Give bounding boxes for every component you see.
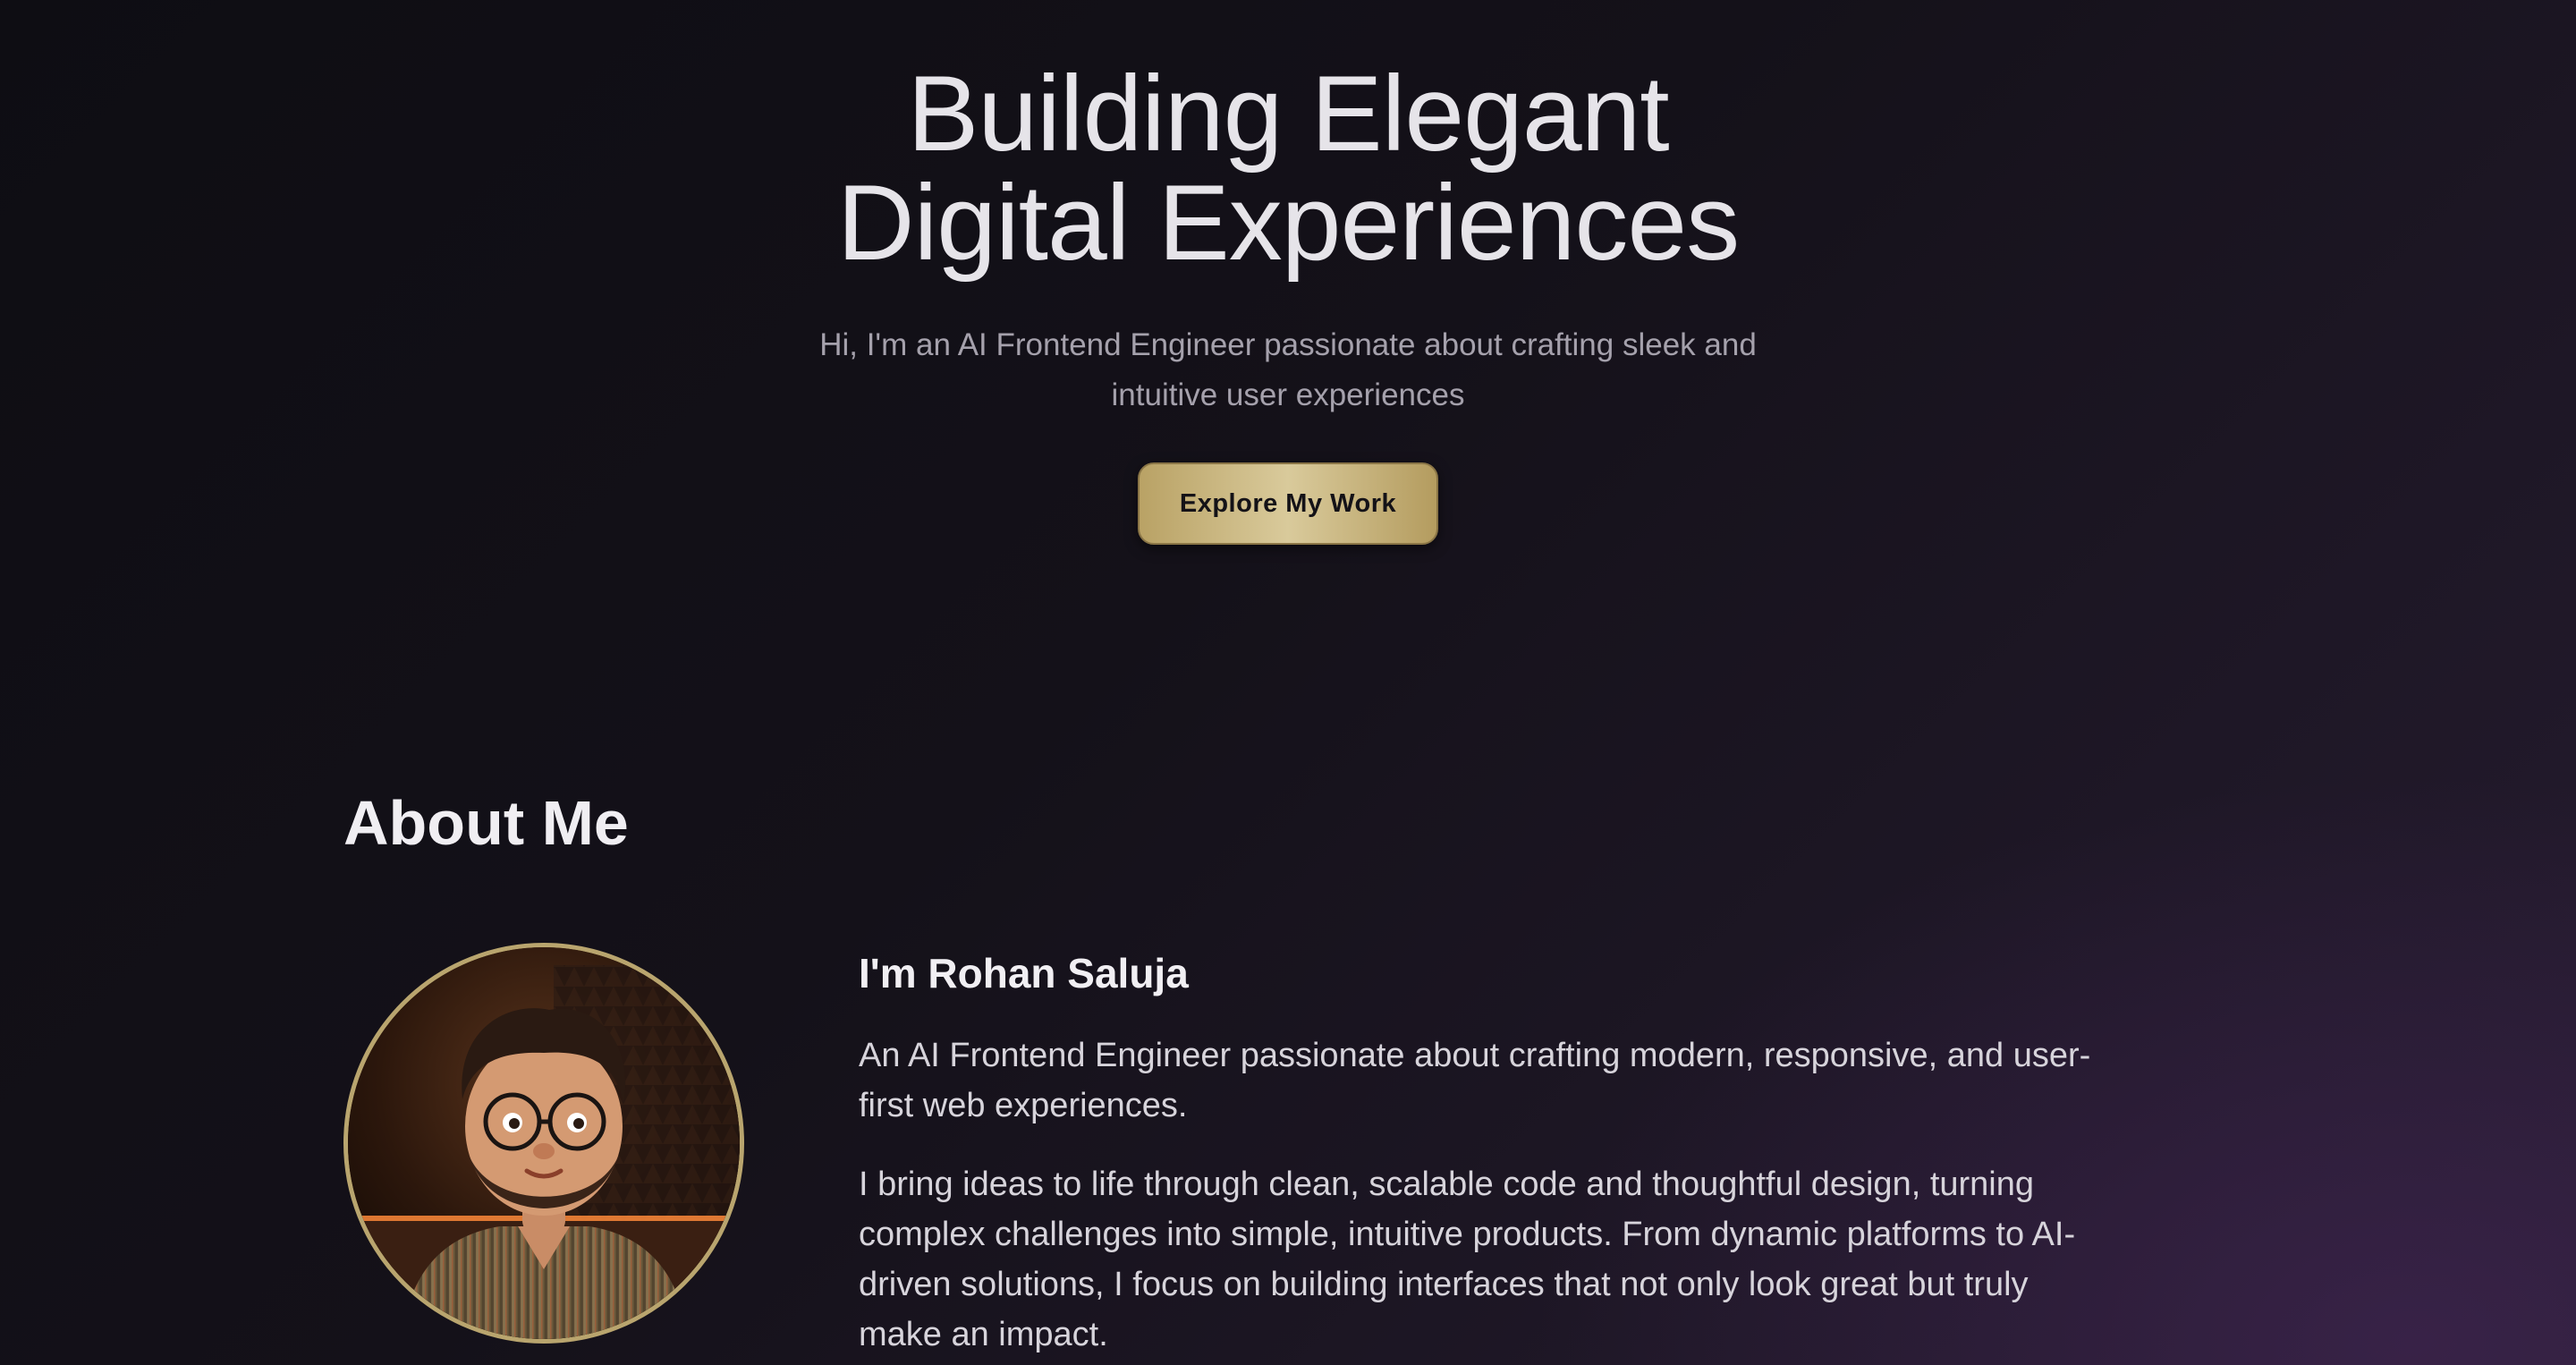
about-paragraph-1: An AI Frontend Engineer passionate about… <box>859 1037 2091 1124</box>
about-heading: About Me <box>343 788 629 858</box>
about-paragraph-2: I bring ideas to life through clean, sca… <box>859 1166 2076 1353</box>
hero-subtitle: Hi, I'm an AI Frontend Engineer passiona… <box>819 327 1757 412</box>
avatar-illustration-icon <box>348 947 740 1339</box>
hero-title-line-1: Building Elegant <box>907 54 1669 174</box>
hero-title-line-2: Digital Experiences <box>836 163 1740 283</box>
explore-my-work-button[interactable]: Explore My Work <box>1138 462 1438 545</box>
avatar <box>343 943 744 1344</box>
about-name: I'm Rohan Saluja <box>859 950 1189 996</box>
hero-title: Building Elegant Digital Experiences <box>0 59 2576 277</box>
